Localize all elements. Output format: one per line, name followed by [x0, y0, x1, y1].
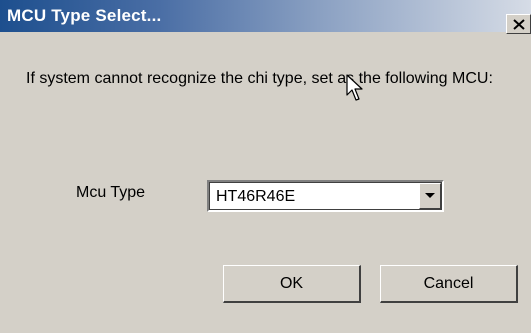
- mcu-type-value: HT46R46E: [216, 188, 296, 205]
- close-icon: [512, 18, 525, 30]
- ok-button[interactable]: OK: [223, 265, 361, 303]
- title-bar[interactable]: MCU Type Select...: [0, 0, 531, 32]
- mcu-type-select-dialog: MCU Type Select... If system cannot reco…: [0, 0, 531, 333]
- dialog-title: MCU Type Select...: [7, 6, 162, 25]
- cancel-button[interactable]: Cancel: [380, 265, 518, 303]
- mcu-type-select[interactable]: HT46R46E: [207, 180, 444, 212]
- instruction-message: If system cannot recognize the chi type,…: [26, 70, 493, 87]
- dropdown-button[interactable]: [419, 183, 441, 209]
- chevron-down-icon: [425, 193, 435, 198]
- close-button[interactable]: [506, 14, 531, 34]
- mcu-type-label: Mcu Type: [76, 184, 146, 201]
- mouse-cursor-icon: [346, 74, 363, 101]
